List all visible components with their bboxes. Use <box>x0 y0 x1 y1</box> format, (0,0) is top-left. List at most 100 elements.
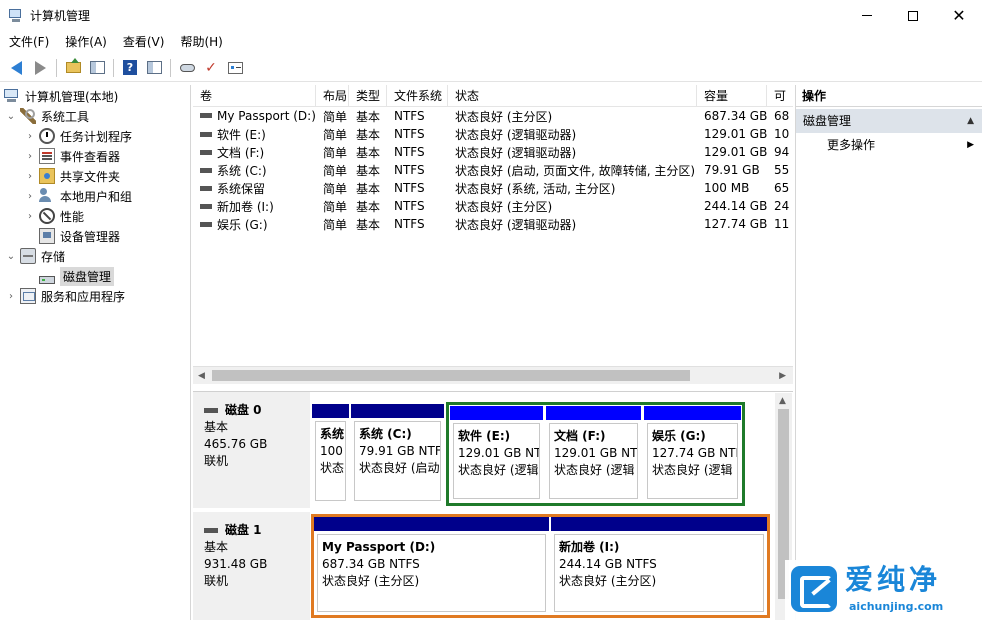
expand-chevron-icon[interactable]: › <box>25 211 35 222</box>
table-row[interactable]: 软件 (E:) 简单 基本 NTFS 状态良好 (逻辑驱动器) 129.01 G… <box>193 125 793 143</box>
menu-action[interactable]: 操作(A) <box>56 31 114 53</box>
close-button[interactable]: ✕ <box>936 0 982 31</box>
partition-size: 79.91 GB NTF <box>359 444 441 458</box>
tree-item-task-scheduler[interactable]: › 任务计划程序 <box>25 126 132 146</box>
volume-type: 基本 <box>356 199 381 214</box>
partition-software-e[interactable]: 软件 (E:) 129.01 GB NT 状态良好 (逻辑 <box>450 406 543 502</box>
column-header-volume[interactable]: 卷 <box>193 85 316 107</box>
checkmark-icon: ✓ <box>205 59 217 76</box>
volume-layout: 简单 <box>323 145 348 160</box>
partition-my-passport-d[interactable]: My Passport (D:) 687.34 GB NTFS 状态良好 (主分… <box>314 517 549 615</box>
up-level-button[interactable] <box>63 58 83 78</box>
tree-item-services-applications[interactable]: › 服务和应用程序 <box>6 286 125 306</box>
show-hide-action-pane-button[interactable] <box>144 58 164 78</box>
tree-item-shared-folders[interactable]: › 共享文件夹 <box>25 166 120 186</box>
table-row[interactable]: 娱乐 (G:) 简单 基本 NTFS 状态良好 (逻辑驱动器) 127.74 G… <box>193 215 793 233</box>
partition-entertainment-g[interactable]: 娱乐 (G:) 127.74 GB NTI 状态良好 (逻辑 <box>644 406 741 502</box>
tree-item-storage[interactable]: ⌄ 存储 <box>6 246 65 266</box>
table-row[interactable]: 系统保留 简单 基本 NTFS 状态良好 (系统, 活动, 主分区) 100 M… <box>193 179 793 197</box>
submenu-arrow-icon: ▶ <box>967 140 974 150</box>
partition-system-c[interactable]: 系统 (C:) 79.91 GB NTF 状态良好 (启动 <box>351 404 444 504</box>
tree-item-label: 计算机管理(本地) <box>25 89 119 104</box>
tree-item-performance[interactable]: › 性能 <box>25 206 84 226</box>
connect-disk-button[interactable] <box>177 58 197 78</box>
volume-layout: 简单 <box>323 199 348 214</box>
disk-0-info[interactable]: 磁盘 0 基本 465.76 GB 联机 <box>193 392 310 508</box>
back-button[interactable] <box>6 58 26 78</box>
forward-button[interactable] <box>30 58 50 78</box>
scroll-right-icon[interactable]: ▶ <box>779 371 786 381</box>
partition-bar <box>351 404 444 418</box>
menu-file[interactable]: 文件(F) <box>0 31 56 53</box>
volume-status: 状态良好 (逻辑驱动器) <box>455 127 577 142</box>
tree-item-disk-management[interactable]: 磁盘管理 <box>39 266 115 286</box>
more-actions-item[interactable]: 更多操作 ▶ <box>796 133 982 157</box>
volume-name: 软件 (E:) <box>217 127 266 142</box>
table-row[interactable]: 文档 (F:) 简单 基本 NTFS 状态良好 (逻辑驱动器) 129.01 G… <box>193 143 793 161</box>
volume-name: My Passport (D:) <box>217 109 316 123</box>
partition-size: 100 <box>320 444 343 458</box>
tree-item-device-manager[interactable]: 设备管理器 <box>39 226 120 246</box>
computer-icon <box>4 88 20 104</box>
expand-chevron-icon[interactable]: › <box>6 291 16 302</box>
collapse-chevron-icon[interactable]: ⌄ <box>6 111 16 122</box>
show-hide-tree-button[interactable] <box>87 58 107 78</box>
event-viewer-icon <box>39 148 55 164</box>
column-header-status[interactable]: 状态 <box>448 85 697 107</box>
partition-documents-f[interactable]: 文档 (F:) 129.01 GB NTI 状态良好 (逻辑 <box>546 406 641 502</box>
tree-item-system-tools[interactable]: ⌄ 系统工具 <box>6 106 89 126</box>
close-icon: ✕ <box>952 5 966 25</box>
column-header-capacity[interactable]: 容量 <box>697 85 767 107</box>
menu-view[interactable]: 查看(V) <box>114 31 172 53</box>
properties-button[interactable] <box>225 58 245 78</box>
column-header-filesystem[interactable]: 文件系统 <box>387 85 448 107</box>
tree-item-local-users[interactable]: › 本地用户和组 <box>25 186 132 206</box>
collapse-up-icon[interactable]: ▲ <box>967 109 974 133</box>
tree-item-computer-management[interactable]: 计算机管理(本地) <box>4 86 118 106</box>
actions-section-disk-management[interactable]: 磁盘管理 ▲ <box>796 109 982 133</box>
column-header-layout[interactable]: 布局 <box>316 85 349 107</box>
disk-kind: 基本 <box>204 420 229 434</box>
maximize-button[interactable] <box>890 0 936 31</box>
forward-arrow-icon <box>34 60 46 75</box>
expand-chevron-icon[interactable]: › <box>25 151 35 162</box>
table-row[interactable]: 系统 (C:) 简单 基本 NTFS 状态良好 (启动, 页面文件, 故障转储,… <box>193 161 793 179</box>
watermark-logo-icon <box>791 566 837 612</box>
collapse-chevron-icon[interactable]: ⌄ <box>6 251 16 262</box>
toolbar-separator <box>113 58 114 77</box>
minimize-button[interactable] <box>844 0 890 31</box>
partition-system-reserved[interactable]: 系统 100 状态 <box>312 404 349 504</box>
scroll-up-icon[interactable]: ▲ <box>779 396 786 406</box>
volume-name: 系统 (C:) <box>217 163 267 178</box>
partition-name: 娱乐 (G:) <box>652 429 706 443</box>
volume-status: 状态良好 (系统, 活动, 主分区) <box>455 181 616 196</box>
partition-new-volume-i[interactable]: 新加卷 (I:) 244.14 GB NTFS 状态良好 (主分区) <box>551 517 767 615</box>
volume-list-horizontal-scrollbar[interactable]: ◀ ▶ <box>193 366 793 384</box>
services-icon <box>20 288 36 304</box>
help-button[interactable]: ? <box>120 58 140 78</box>
actions-section-label: 磁盘管理 <box>803 114 852 128</box>
more-actions-label: 更多操作 <box>827 138 876 152</box>
scrollbar-thumb[interactable] <box>212 370 690 381</box>
properties-icon <box>227 61 243 74</box>
disk-1-info[interactable]: 磁盘 1 基本 931.48 GB 联机 <box>193 512 310 620</box>
volume-capacity: 79.91 GB <box>704 163 760 177</box>
expand-chevron-icon[interactable]: › <box>25 171 35 182</box>
column-header-free[interactable]: 可 <box>767 85 793 107</box>
partition-name: 新加卷 (I:) <box>559 540 620 554</box>
watermark-url: aichunjing.com <box>849 600 944 613</box>
volume-name: 新加卷 (I:) <box>217 199 274 214</box>
volume-capacity: 244.14 GB <box>704 199 767 213</box>
menu-help[interactable]: 帮助(H) <box>171 31 229 53</box>
tree-item-event-viewer[interactable]: › 事件查看器 <box>25 146 120 166</box>
expand-chevron-icon[interactable]: › <box>25 131 35 142</box>
check-button[interactable]: ✓ <box>201 58 221 78</box>
scroll-left-icon[interactable]: ◀ <box>198 371 205 381</box>
partition-bar <box>644 406 741 420</box>
table-row[interactable]: 新加卷 (I:) 简单 基本 NTFS 状态良好 (主分区) 244.14 GB… <box>193 197 793 215</box>
column-header-type[interactable]: 类型 <box>349 85 387 107</box>
table-row[interactable]: My Passport (D:) 简单 基本 NTFS 状态良好 (主分区) 6… <box>193 107 793 125</box>
volume-status: 状态良好 (逻辑驱动器) <box>455 217 577 232</box>
expand-chevron-icon[interactable]: › <box>25 191 35 202</box>
partition-status: 状态良好 (主分区) <box>559 574 657 588</box>
